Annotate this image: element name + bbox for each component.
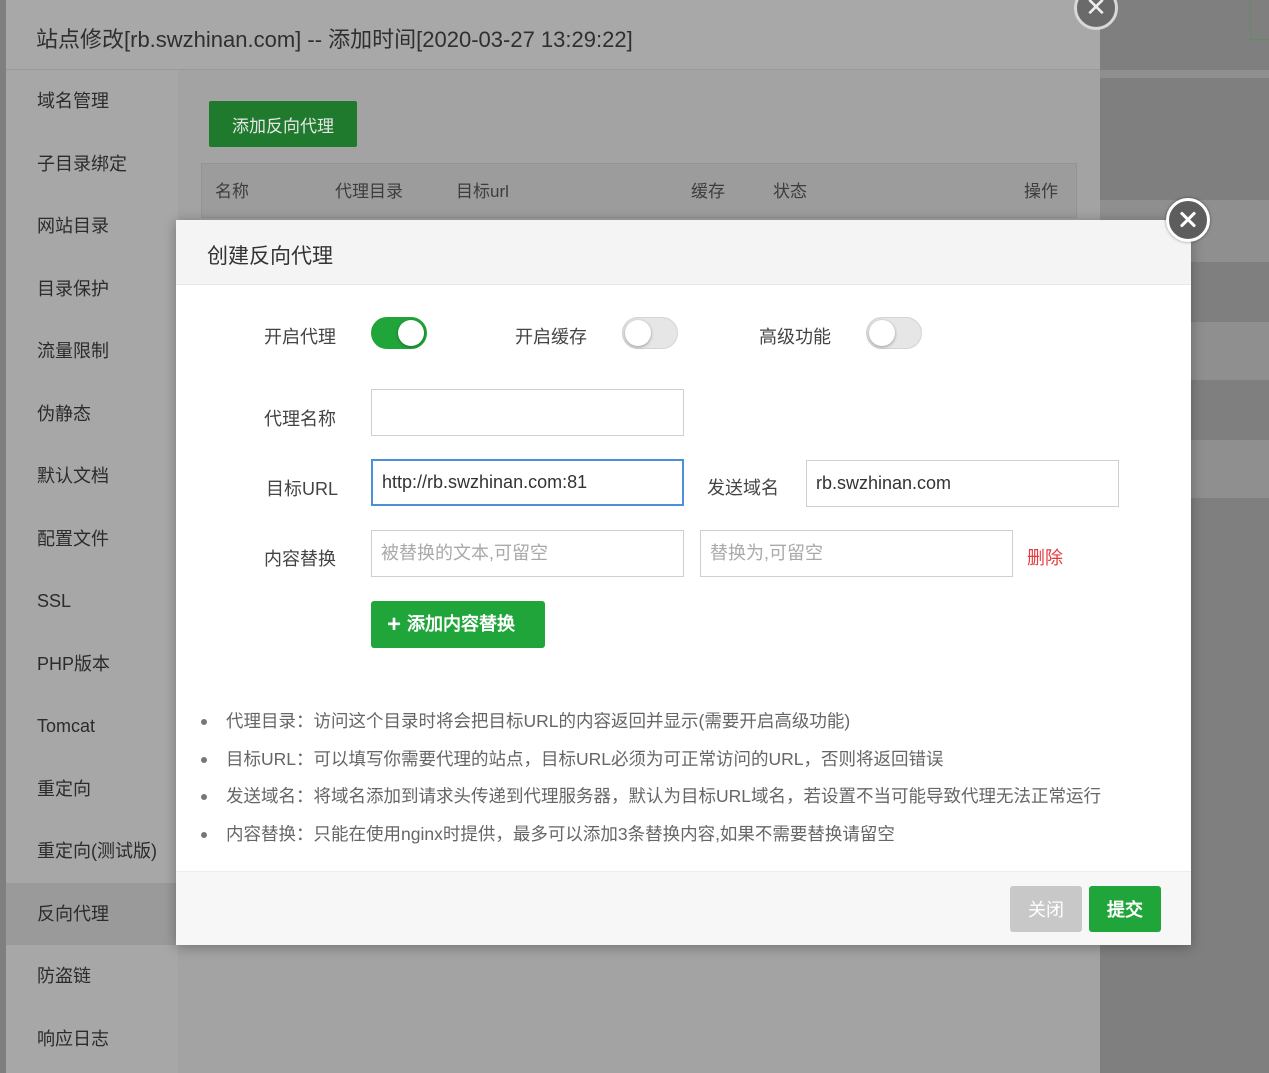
help-tip: 内容替换：只能在使用nginx时提供，最多可以添加3条替换内容,如果不需要替换请… (200, 819, 1180, 857)
column-header-status: 状态 (773, 182, 807, 201)
sidebar-item-site-directory[interactable]: 网站目录 (6, 195, 178, 257)
site-edit-sidebar: 域名管理 子目录绑定 网站目录 目录保护 流量限制 伪静态 默认文档 配置文件 … (6, 70, 178, 1073)
plus-icon: + (387, 611, 402, 638)
sidebar-item-reverse-proxy[interactable]: 反向代理 (6, 882, 178, 945)
sidebar-item-rewrite[interactable]: 伪静态 (6, 383, 178, 445)
proxy-name-label: 代理名称 (264, 409, 336, 429)
add-content-replace-label: 添加内容替换 (407, 614, 516, 634)
send-domain-label: 发送域名 (707, 478, 779, 498)
sidebar-item-tomcat[interactable]: Tomcat (6, 695, 178, 757)
sidebar-item-domain-management[interactable]: 域名管理 (6, 70, 178, 132)
sidebar-item-directory-protection[interactable]: 目录保护 (6, 258, 178, 320)
help-tips-list: 代理目录：访问这个目录时将会把目标URL的内容返回并显示(需要开启高级功能) 目… (200, 706, 1180, 856)
replace-find-input[interactable] (371, 530, 684, 577)
proxy-toggle[interactable] (371, 317, 427, 349)
help-tip: 目标URL：可以填写你需要代理的站点，目标URL必须为可正常访问的URL，否则将… (200, 744, 1180, 782)
sidebar-item-config-file[interactable]: 配置文件 (6, 508, 178, 570)
proxy-table-header: 名称 代理目录 目标url 缓存 状态 操作 (201, 163, 1077, 218)
dialog-close-icon[interactable] (1166, 198, 1210, 242)
site-edit-title: 站点修改[rb.swzhinan.com] -- 添加时间[2020-03-27… (36, 27, 633, 52)
column-header-cache: 缓存 (691, 182, 725, 201)
background-row (1100, 70, 1269, 78)
column-header-actions: 操作 (1024, 182, 1058, 201)
cache-toggle[interactable] (622, 317, 678, 349)
cache-toggle-label: 开启缓存 (515, 327, 587, 347)
sidebar-item-hotlink-protection[interactable]: 防盗链 (6, 945, 178, 1007)
help-tip: 发送域名：将域名添加到请求头传递到代理服务器，默认为目标URL域名，若设置不当可… (200, 781, 1180, 819)
create-reverse-proxy-dialog: 创建反向代理 开启代理 开启缓存 高级功能 代理名称 目标URL 发送域名 内容… (176, 198, 1210, 945)
target-url-input[interactable] (371, 459, 684, 506)
dialog-footer: 关闭 提交 (176, 871, 1191, 945)
column-header-proxy-dir: 代理目录 (335, 182, 403, 201)
target-url-label: 目标URL (266, 479, 339, 499)
add-reverse-proxy-button[interactable]: 添加反向代理 (209, 101, 357, 147)
toggle-knob (869, 320, 895, 346)
advanced-toggle-label: 高级功能 (759, 327, 831, 347)
sidebar-item-php-version[interactable]: PHP版本 (6, 633, 178, 695)
sidebar-item-traffic-limit[interactable]: 流量限制 (6, 320, 178, 382)
proxy-toggle-label: 开启代理 (264, 327, 336, 347)
help-tip: 代理目录：访问这个目录时将会把目标URL的内容返回并显示(需要开启高级功能) (200, 706, 1180, 744)
toggle-knob (398, 320, 424, 346)
dialog-header: 创建反向代理 (176, 220, 1191, 285)
sidebar-item-redirect-beta[interactable]: 重定向(测试版) (6, 820, 178, 882)
advanced-toggle[interactable] (866, 317, 922, 349)
column-header-target-url: 目标url (456, 182, 509, 201)
dialog-title: 创建反向代理 (207, 245, 333, 268)
sidebar-item-ssl[interactable]: SSL (6, 570, 178, 632)
delete-replace-link[interactable]: 删除 (1027, 544, 1063, 570)
sidebar-item-response-log[interactable]: 响应日志 (6, 1008, 178, 1070)
site-edit-header: 站点修改[rb.swzhinan.com] -- 添加时间[2020-03-27… (6, 0, 1100, 70)
column-header-name: 名称 (215, 182, 249, 201)
proxy-name-input[interactable] (371, 389, 684, 436)
close-button[interactable]: 关闭 (1010, 886, 1082, 932)
add-content-replace-button[interactable]: + 添加内容替换 (371, 601, 545, 648)
submit-button[interactable]: 提交 (1089, 886, 1161, 932)
sidebar-item-default-document[interactable]: 默认文档 (6, 445, 178, 507)
sidebar-item-redirect[interactable]: 重定向 (6, 758, 178, 820)
sidebar-item-subdirectory-binding[interactable]: 子目录绑定 (6, 133, 178, 195)
toggle-knob (625, 320, 651, 346)
content-replace-label: 内容替换 (264, 549, 336, 569)
background-button (1250, 0, 1269, 40)
send-domain-input[interactable] (806, 460, 1119, 507)
replace-with-input[interactable] (700, 530, 1013, 577)
